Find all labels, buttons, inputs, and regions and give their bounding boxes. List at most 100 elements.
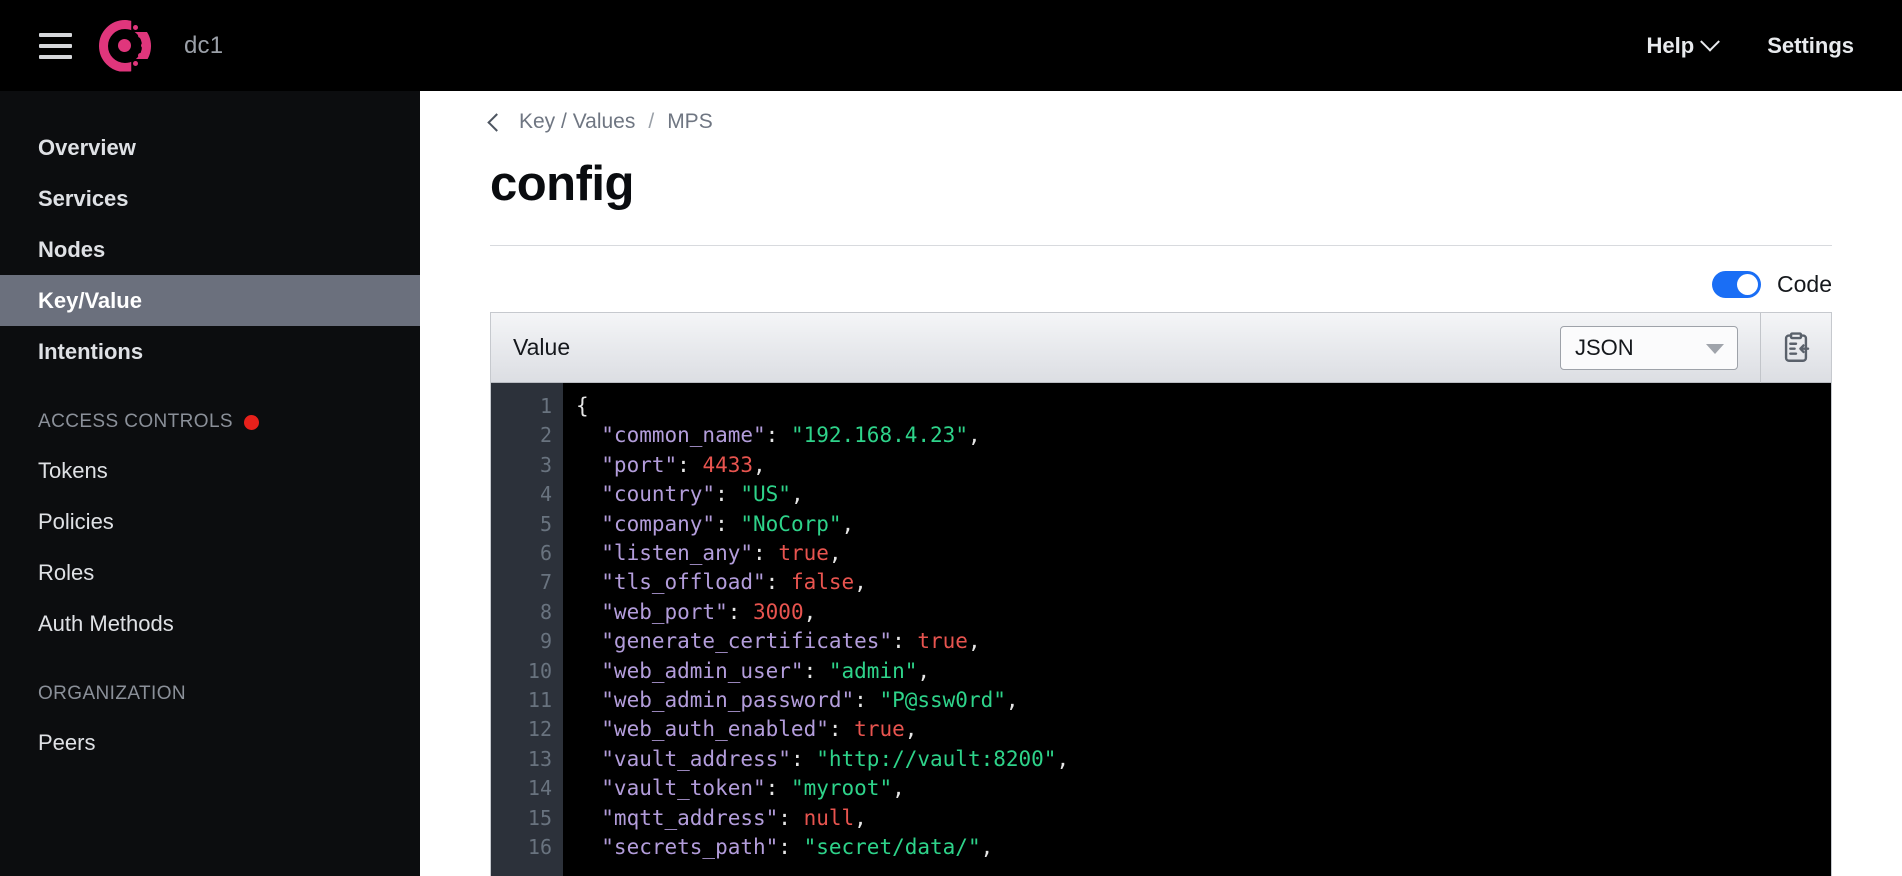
code-token: true [778, 541, 829, 565]
page-title: config [490, 156, 1902, 212]
sidebar-item-nodes[interactable]: Nodes [0, 224, 420, 275]
line-number-gutter: 12345678910111213141516 [491, 383, 563, 876]
code-view-toggle[interactable] [1712, 271, 1761, 298]
code-token: "US" [740, 482, 791, 506]
code-token: "tls_offload" [576, 570, 766, 594]
chevron-left-icon[interactable] [487, 113, 505, 131]
line-number: 3 [491, 451, 552, 480]
breadcrumb-separator: / [648, 110, 654, 134]
breadcrumb-item-mps[interactable]: MPS [667, 110, 713, 134]
code-line: "listen_any": true, [576, 539, 1831, 568]
sidebar-item-label: Key/Value [38, 288, 142, 314]
sidebar-item-intentions[interactable]: Intentions [0, 326, 420, 377]
sidebar-item-label: Nodes [38, 237, 105, 263]
line-number: 2 [491, 421, 552, 450]
code-token: "myroot" [791, 776, 892, 800]
sidebar-item-label: Roles [38, 560, 94, 586]
sidebar-navigation: OverviewServices Nodes Key/Value Intentions… [0, 91, 420, 876]
code-token: , [854, 806, 867, 830]
code-token: null [804, 806, 855, 830]
datacenter-label[interactable]: dc1 [184, 32, 223, 60]
code-line: "vault_address": "http://vault:8200", [576, 745, 1831, 774]
code-token: "web_admin_user" [576, 659, 804, 683]
sidebar-section-organization: ORGANIZATION [0, 671, 420, 717]
code-token: : [715, 512, 740, 536]
code-line: "secrets_path": "secret/data/", [576, 833, 1831, 862]
code-token: : [753, 541, 778, 565]
line-number: 11 [491, 686, 552, 715]
line-number: 10 [491, 657, 552, 686]
code-token: , [1056, 747, 1069, 771]
code-token: : [728, 600, 753, 624]
code-token: "vault_token" [576, 776, 766, 800]
sidebar-item-tokens[interactable]: Tokens [0, 445, 420, 496]
sidebar-item-auth-methods[interactable]: Auth Methods [0, 598, 420, 649]
breadcrumb-item-key-values[interactable]: Key / Values [519, 110, 635, 134]
line-number: 5 [491, 510, 552, 539]
code-token: "country" [576, 482, 715, 506]
format-select-wrapper: JSON [1560, 326, 1738, 370]
code-line: "common_name": "192.168.4.23", [576, 421, 1831, 450]
hamburger-menu-icon[interactable] [39, 33, 72, 59]
code-line: "web_admin_user": "admin", [576, 657, 1831, 686]
format-select[interactable]: JSON [1560, 326, 1738, 370]
code-editor[interactable]: 12345678910111213141516 { "common_name":… [491, 383, 1831, 876]
code-token: "192.168.4.23" [791, 423, 968, 447]
code-token: "P@ssw0rd" [879, 688, 1005, 712]
code-token: , [804, 600, 817, 624]
title-divider [490, 245, 1832, 246]
code-token: false [791, 570, 854, 594]
sidebar-item-overview[interactable]: Overview [0, 122, 420, 173]
code-token: "NoCorp" [740, 512, 841, 536]
code-token: , [791, 482, 804, 506]
toggle-knob [1737, 274, 1758, 295]
sidebar-item-key-value[interactable]: Key/Value [0, 275, 420, 326]
code-token: : [766, 570, 791, 594]
code-token: : [778, 806, 803, 830]
line-number: 6 [491, 539, 552, 568]
copy-to-clipboard-button[interactable] [1761, 313, 1831, 383]
line-number: 9 [491, 627, 552, 656]
code-line: "country": "US", [576, 480, 1831, 509]
sidebar-item-peers[interactable]: Peers [0, 717, 420, 768]
code-token: "common_name" [576, 423, 766, 447]
code-token: "web_port" [576, 600, 728, 624]
code-token: , [1006, 688, 1019, 712]
code-token: , [892, 776, 905, 800]
code-token: , [968, 629, 981, 653]
code-token: , [905, 717, 918, 741]
code-token: "mqtt_address" [576, 806, 778, 830]
value-editor-panel: Value JSON [490, 312, 1832, 876]
code-token: { [576, 394, 589, 418]
code-token: : [766, 423, 791, 447]
settings-button[interactable]: Settings [1767, 33, 1854, 59]
code-token: , [753, 453, 766, 477]
settings-label: Settings [1767, 33, 1854, 59]
sidebar-item-label: Policies [38, 509, 114, 535]
help-menu-button[interactable]: Help [1647, 33, 1718, 59]
code-token: : [804, 659, 829, 683]
line-number: 12 [491, 715, 552, 744]
sidebar-item-label: Peers [38, 730, 95, 756]
consul-logo-icon[interactable] [99, 20, 151, 72]
code-content[interactable]: { "common_name": "192.168.4.23", "port":… [563, 383, 1831, 876]
line-number: 4 [491, 480, 552, 509]
sidebar-item-roles[interactable]: Roles [0, 547, 420, 598]
code-line: "web_port": 3000, [576, 598, 1831, 627]
code-token: , [842, 512, 855, 536]
code-token: , [968, 423, 981, 447]
code-line: "generate_certificates": true, [576, 627, 1831, 656]
code-token: 3000 [753, 600, 804, 624]
sidebar-item-label: Tokens [38, 458, 108, 484]
code-token: true [917, 629, 968, 653]
code-token: : [715, 482, 740, 506]
code-token: : [677, 453, 702, 477]
code-token: , [981, 835, 994, 859]
code-token: "secret/data/" [804, 835, 981, 859]
code-token: : [766, 776, 791, 800]
code-token: : [829, 717, 854, 741]
sidebar-item-services[interactable]: Services [0, 173, 420, 224]
code-token: 4433 [702, 453, 753, 477]
code-line: "mqtt_address": null, [576, 804, 1831, 833]
sidebar-item-policies[interactable]: Policies [0, 496, 420, 547]
